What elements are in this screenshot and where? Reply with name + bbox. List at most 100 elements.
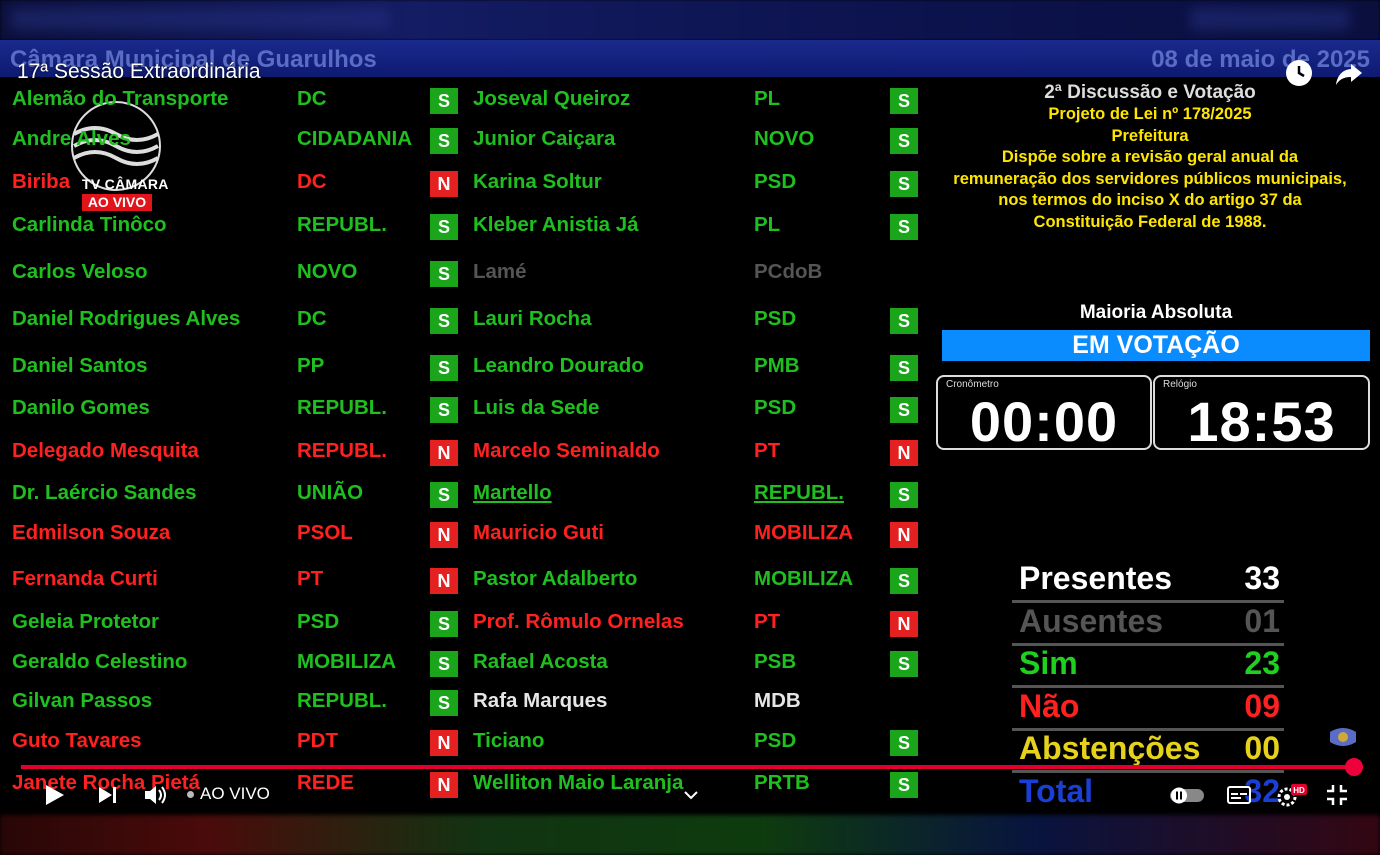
tally-label: Ausentes [1019, 603, 1164, 639]
councillor-name: Dr. Laércio Sandes [12, 481, 197, 504]
bill-author: Prefeitura [1111, 126, 1189, 145]
councillor-name: Prof. Rômulo Ornelas [473, 610, 684, 633]
councillor-party: NOVO [297, 260, 358, 283]
councillor-party: PSD [297, 610, 340, 633]
councillor-party: NOVO [754, 127, 815, 150]
live-dot-icon [187, 791, 194, 798]
bill-summary-line: remuneração dos servidores públicos muni… [953, 169, 1347, 188]
vote-badge: N [430, 440, 458, 466]
tally-row: Não 09 [1012, 688, 1284, 731]
councillor-name: Gilvan Passos [12, 689, 153, 712]
live-badge: AO VIVO [82, 194, 152, 211]
councillor-party: DC [297, 307, 327, 330]
play-icon[interactable] [42, 782, 66, 808]
vote-badge: N [430, 522, 458, 548]
tally-value: 33 [1244, 560, 1280, 596]
councillor-name: Marcelo Seminaldo [473, 439, 660, 462]
councillor-party: PP [297, 354, 325, 377]
settings-hd-icon[interactable]: HD [1275, 782, 1309, 808]
progress-scrubber[interactable] [1345, 758, 1364, 776]
subtitles-icon[interactable] [1226, 782, 1252, 808]
councillor-name: Edmilson Souza [12, 521, 171, 544]
vote-badge: N [890, 440, 918, 466]
tally-value: 01 [1244, 603, 1280, 639]
vote-badge: S [430, 308, 458, 334]
vote-badge: S [430, 651, 458, 677]
tally-label: Presentes [1019, 560, 1172, 596]
autoplay-toggle-icon[interactable] [1168, 782, 1208, 808]
councillor-name: Alemão do Transporte [12, 87, 229, 110]
councillor-name: Guto Tavares [12, 729, 142, 752]
councillor-name: Rafa Marques [473, 689, 608, 712]
vote-badge: S [890, 482, 918, 508]
councillor-party: PSB [754, 650, 797, 673]
councillor-name: Luis da Sede [473, 396, 600, 419]
bill-summary-line: Constituição Federal de 1988. [1033, 212, 1267, 231]
councillor-name: Biriba [12, 170, 71, 193]
councillor-party: REPUBL. [297, 213, 387, 236]
tally-label: Abstenções [1019, 730, 1201, 766]
councillor-name: Andre Alves [12, 127, 131, 150]
councillor-party: MOBILIZA [297, 650, 397, 673]
video-title[interactable]: 17ª Sessão Extraordinária [17, 60, 261, 84]
vote-badge: N [430, 568, 458, 594]
councillor-name: Martello [473, 481, 552, 504]
councillor-name: Daniel Santos [12, 354, 148, 377]
councillor-name: Geleia Protetor [12, 610, 159, 633]
stopwatch-panel: Cronômetro 00:00 [936, 375, 1152, 453]
councillor-name: Carlinda Tinôco [12, 213, 167, 236]
councillor-name: Danilo Gomes [12, 396, 150, 419]
vote-badge: N [430, 730, 458, 756]
councillor-party: PSOL [297, 521, 353, 544]
vote-badge: S [430, 690, 458, 716]
live-indicator[interactable]: AO VIVO [200, 784, 270, 804]
councillor-party: REPUBL. [297, 439, 387, 462]
councillor-name: Delegado Mesquita [12, 439, 199, 462]
vote-badge: S [430, 88, 458, 114]
councillor-name: Carlos Veloso [12, 260, 148, 283]
councillor-party: PT [754, 439, 781, 462]
councillor-party: PSD [754, 729, 797, 752]
councillor-party: UNIÃO [297, 481, 364, 504]
councillor-party: PL [754, 213, 781, 236]
chevron-down-icon[interactable] [682, 782, 700, 808]
vote-badge: S [890, 214, 918, 240]
svg-text:HD: HD [1293, 786, 1305, 795]
vote-badge: S [430, 397, 458, 423]
councillor-name: Mauricio Guti [473, 521, 604, 544]
channel-name: TV CÂMARA [82, 176, 169, 192]
tally-row: Presentes 33 [1012, 560, 1284, 603]
progress-bar[interactable] [21, 765, 1361, 769]
bill-number: Projeto de Lei nº 178/2025 [1048, 105, 1252, 123]
blurred-bottom-strip [0, 815, 1380, 855]
councillor-name: Lamé [473, 260, 527, 283]
councillor-party: REPUBL. [297, 396, 387, 419]
vote-badge: S [890, 128, 918, 154]
tally-row: Ausentes 01 [1012, 603, 1284, 646]
councillor-name: Leandro Dourado [473, 354, 644, 377]
councillor-party: REDE [297, 771, 354, 794]
bill-stage: 2ª Discussão e Votação [1044, 82, 1256, 103]
councillor-name: Ticiano [473, 729, 545, 752]
tally-row: Sim 23 [1012, 645, 1284, 688]
councillor-name: Lauri Rocha [473, 307, 592, 330]
quorum-label: Maioria Absoluta [1079, 302, 1233, 323]
councillor-party: REPUBL. [754, 481, 844, 504]
vote-badge: S [430, 261, 458, 287]
exit-fullscreen-icon[interactable] [1325, 782, 1349, 808]
councillor-party: PSD [754, 396, 797, 419]
councillor-party: PSD [754, 170, 797, 193]
tally-label: Sim [1019, 645, 1078, 681]
tally-label: Não [1019, 688, 1080, 724]
bill-summary-line: Dispõe sobre a revisão geral anual da [1001, 148, 1299, 166]
tally-label: Total [1019, 773, 1094, 809]
volume-icon[interactable] [143, 782, 169, 808]
councillor-party: REPUBL. [297, 689, 387, 712]
vote-badge: S [890, 772, 918, 798]
councillor-name: Kleber Anistia Já [473, 213, 639, 236]
next-icon[interactable] [96, 782, 120, 808]
vote-badge: S [890, 568, 918, 594]
councillor-name: Pastor Adalberto [473, 567, 638, 590]
councillor-name: Daniel Rodrigues Alves [12, 307, 241, 330]
voting-status-banner: EM VOTAÇÃO [942, 330, 1370, 361]
